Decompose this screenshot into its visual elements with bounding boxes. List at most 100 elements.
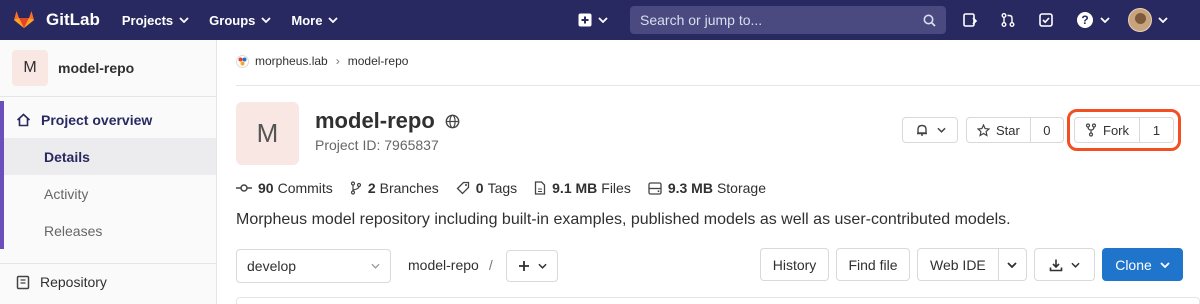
help-icon: ? (1077, 12, 1093, 28)
stat-commits[interactable]: 90 Commits (236, 180, 333, 196)
chevron-down-icon (1158, 17, 1168, 23)
commit-icon (236, 184, 252, 192)
breadcrumb: morpheus.lab › model-repo (236, 54, 408, 68)
user-menu[interactable] (1128, 8, 1168, 32)
project-stats: 90 Commits 2 Branches 0 Tags 9.1 MB File… (236, 180, 783, 196)
chevron-down-icon (328, 17, 339, 23)
stat-value: 90 (258, 180, 274, 196)
projects-menu-label: Projects (121, 12, 174, 28)
more-menu[interactable]: More (291, 12, 339, 28)
gitlab-logo-link[interactable]: GitLab (12, 0, 122, 40)
sidebar-subitem-activity[interactable]: Activity (0, 175, 216, 212)
history-button[interactable]: History (760, 248, 829, 281)
avatar (1128, 8, 1152, 32)
stat-tags[interactable]: 0 Tags (456, 180, 517, 196)
file-tree-container (236, 297, 1200, 304)
notification-dropdown[interactable] (902, 117, 958, 143)
main-content: morpheus.lab › model-repo M model-repo P… (218, 40, 1200, 304)
chevron-right-icon: › (335, 54, 340, 68)
search-placeholder: Search or jump to... (640, 12, 763, 28)
projects-menu[interactable]: Projects (122, 13, 189, 28)
clone-dropdown[interactable]: Clone (1102, 248, 1183, 281)
main-menu: Projects Groups More (122, 13, 359, 28)
breadcrumb-divider (236, 85, 1200, 86)
home-icon (16, 112, 31, 126)
branch-icon (350, 181, 361, 195)
gitlab-tanuki-icon (12, 7, 36, 34)
storage-icon (648, 181, 662, 195)
repo-path: model-repo / (408, 257, 493, 273)
project-sidebar: M model-repo Project overview Details Ac… (0, 40, 217, 304)
sidebar-item-project-overview[interactable]: Project overview (0, 101, 216, 138)
find-file-button[interactable]: Find file (836, 248, 910, 281)
path-separator: / (488, 257, 493, 273)
repository-icon (16, 275, 30, 289)
plus-square-icon (578, 13, 592, 27)
repo-path-root-link[interactable]: model-repo (408, 257, 479, 273)
group-avatar-icon (236, 54, 249, 68)
stat-label: Tags (487, 180, 518, 196)
project-name: model-repo (315, 108, 435, 133)
groups-menu-label: Groups (209, 12, 256, 28)
chevron-down-icon (537, 263, 547, 269)
chevron-down-icon (371, 263, 380, 269)
clone-label: Clone (1115, 256, 1152, 273)
chevron-down-icon (598, 17, 608, 23)
help-dropdown[interactable]: ? (1076, 11, 1110, 29)
sidebar-subitem-releases[interactable]: Releases (0, 212, 216, 249)
navbar-icons: ? (962, 8, 1168, 32)
project-avatar: M (236, 102, 299, 165)
sidebar-item-repository[interactable]: Repository (0, 264, 216, 300)
search-input[interactable]: Search or jump to... (630, 6, 946, 34)
stat-label: Branches (379, 180, 439, 196)
breadcrumb-group-link[interactable]: morpheus.lab (255, 54, 328, 68)
stat-label: Storage (716, 180, 766, 196)
search-icon (923, 14, 936, 27)
plus-icon (518, 261, 529, 271)
groups-menu[interactable]: Groups (209, 12, 272, 28)
star-button[interactable]: Star (967, 118, 1031, 142)
file-icon (534, 181, 546, 195)
add-to-tree-dropdown[interactable] (506, 250, 558, 282)
web-ide-dropdown-toggle[interactable] (999, 261, 1026, 268)
stat-files[interactable]: 9.1 MB Files (534, 180, 631, 196)
web-ide-button[interactable]: Web IDE (918, 249, 999, 280)
chevron-down-icon (1160, 261, 1170, 268)
page-title: model-repo (315, 108, 460, 134)
star-icon (977, 123, 990, 137)
stat-label: Commits (277, 180, 333, 196)
web-ide-button-group: Web IDE (917, 248, 1027, 281)
chevron-down-icon (1007, 261, 1018, 268)
stat-branches[interactable]: 2 Branches (350, 180, 439, 196)
bell-icon (916, 124, 927, 136)
star-count[interactable]: 0 (1031, 123, 1063, 138)
fork-highlight-annotation (1067, 109, 1181, 151)
navbar-right: Search or jump to... ? (570, 0, 1168, 40)
todo-icon[interactable] (1038, 12, 1054, 28)
issues-icon[interactable] (962, 12, 978, 28)
sidebar-subitem-details[interactable]: Details (0, 138, 216, 175)
project-id: Project ID: 7965837 (315, 137, 439, 153)
new-dropdown[interactable] (578, 13, 608, 27)
star-label: Star (996, 122, 1020, 138)
stat-value: 9.1 MB (552, 180, 598, 196)
tag-icon (456, 181, 469, 195)
sidebar-project-name: model-repo (58, 60, 135, 76)
sidebar-item-label: Repository (40, 274, 107, 290)
branch-selector[interactable]: develop (236, 249, 391, 283)
more-menu-label: More (291, 12, 323, 28)
stat-storage[interactable]: 9.3 MB Storage (648, 180, 766, 196)
download-dropdown[interactable] (1034, 248, 1095, 281)
project-description: Morpheus model repository including buil… (236, 211, 1011, 228)
svg-text:?: ? (1081, 13, 1088, 27)
project-avatar-small: M (12, 50, 48, 86)
merge-request-icon[interactable] (1000, 12, 1016, 28)
sidebar-item-label: Project overview (41, 111, 153, 128)
breadcrumb-project-link[interactable]: model-repo (348, 54, 409, 68)
top-navbar: GitLab Projects Groups More Search or ju… (0, 0, 1200, 40)
brand-name: GitLab (46, 10, 100, 29)
chevron-down-icon (179, 17, 189, 23)
star-button-group: Star 0 (966, 117, 1064, 143)
chevron-down-icon (261, 17, 272, 23)
sidebar-project-link[interactable]: M model-repo (0, 40, 216, 97)
